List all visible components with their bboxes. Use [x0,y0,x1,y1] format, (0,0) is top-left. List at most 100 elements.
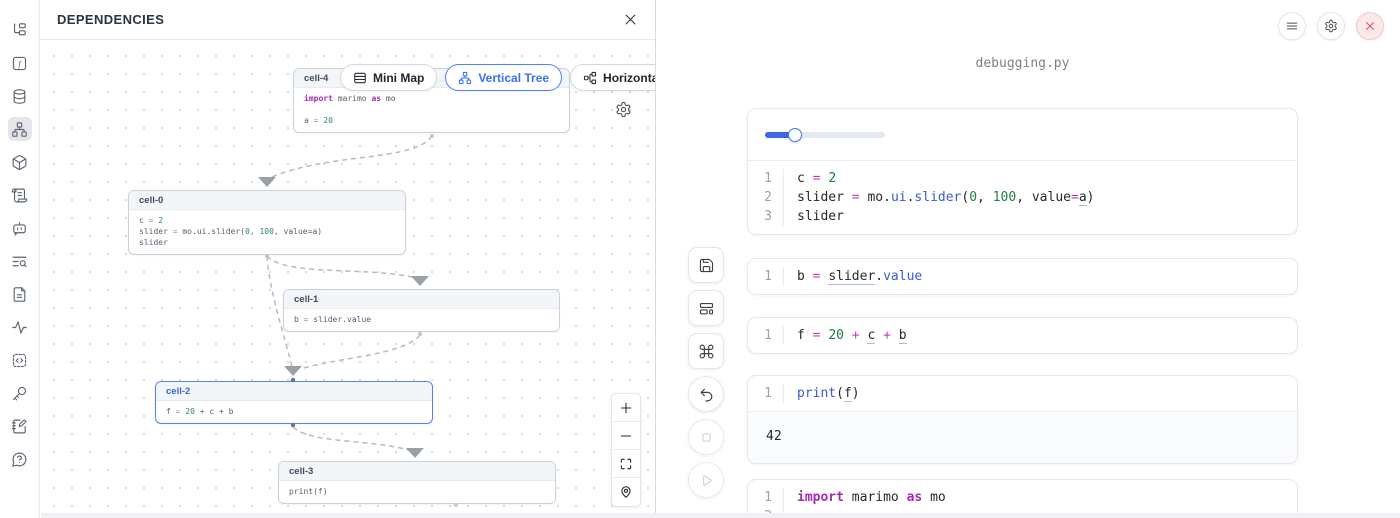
top-right-controls [1278,12,1384,40]
code-line: c = 2 [139,215,395,226]
icon-sidebar: f [0,0,40,518]
run-button[interactable] [688,462,724,498]
code-editor[interactable]: 1 b = slider.value [748,259,1297,294]
code-editor[interactable]: 1 print(f) [748,376,1297,411]
line-number: 2 [748,188,772,207]
sidebar-item-dependency-graph[interactable] [8,117,32,141]
close-panel-button[interactable] [623,12,638,27]
dependency-graph-icon [11,121,28,138]
command-palette-button[interactable] [688,333,724,369]
code-line: print(f) [797,384,860,403]
save-icon [698,257,715,274]
sidebar-item-ai-chat[interactable] [8,216,32,240]
locate-node-button[interactable] [612,478,640,506]
notebook-settings-button[interactable] [1317,12,1345,40]
sidebar-item-snippets[interactable] [8,348,32,372]
graph-node-code: print(f) [279,481,555,503]
scroll-icon [11,187,28,204]
save-button[interactable] [688,247,724,283]
zoom-out-button[interactable] [612,422,640,450]
slider-handle[interactable] [788,128,802,142]
slider-widget[interactable] [765,128,885,142]
code-line [304,104,559,115]
notebook-cell: 1 b = slider.value [747,258,1298,295]
sidebar-item-packages[interactable] [8,150,32,174]
key-icon [11,385,28,402]
undo-button[interactable] [688,376,724,412]
horizontal-scrollbar[interactable] [41,513,1400,518]
notebook-cell: 123c = 2slider = mo.ui.slider(0, 100, va… [747,108,1298,235]
code-line: f = 20 + c + b [166,406,422,417]
notebook-cell: 1 f = 20 + c + b [747,317,1298,354]
line-number: 1 [748,384,772,403]
graph-node-cell-0[interactable]: cell-0c = 2slider = mo.ui.slider(0, 100,… [128,190,406,255]
code-line: slider [797,207,1094,226]
notebook-menu-button[interactable] [1278,12,1306,40]
map-pin-icon [619,485,633,499]
graph-node-code: import marimo as mo a = 20 [294,88,569,132]
line-number: 3 [748,207,772,226]
gear-icon [1324,19,1338,33]
code-line: c = 2 [797,169,1094,188]
activity-icon [11,319,28,336]
dependencies-title: DEPENDENCIES [57,12,164,27]
sidebar-item-tracing[interactable] [8,315,32,339]
line-number-gutter: 1 [748,326,784,345]
sidebar-item-file-tree[interactable] [8,18,32,42]
line-number: 1 [748,267,772,286]
plus-icon [619,401,633,415]
graph-zoom-controls [611,393,641,507]
code-editor[interactable]: 123c = 2slider = mo.ui.slider(0, 100, va… [748,161,1297,234]
stop-icon [698,429,715,446]
notebook-filename: debugging.py [747,56,1298,71]
minus-icon [619,429,633,443]
marimo-app: f DEPENDENCIES [0,0,1400,518]
dependencies-panel: DEPENDENCIES cell-4import [40,0,656,518]
graph-node-cell-3[interactable]: cell-3 print(f) [278,461,556,504]
code-lines: c = 2slider = mo.ui.slider(0, 100, value… [784,169,1094,226]
line-number-gutter: 1 [748,384,784,403]
notebook-area: debugging.py 123c = 2slider = mo.ui.slid… [657,0,1400,518]
chat-bot-icon [11,220,28,237]
sidebar-item-documentation[interactable] [8,282,32,306]
graph-node-cell-2[interactable]: cell-2 f = 20 + c + b [155,381,433,424]
sidebar-item-scratchpad[interactable] [8,414,32,438]
sidebar-item-logs[interactable] [8,183,32,207]
line-number: 1 [748,488,772,507]
graph-node-cell-1[interactable]: cell-1b = slider.value [283,289,560,332]
dependency-graph-canvas[interactable]: cell-4import marimo as mo a = 20cell-0c … [40,40,655,518]
minimap-button[interactable]: Mini Map [340,64,437,91]
graph-node-title: cell-0 [129,191,405,210]
sidebar-item-secrets[interactable] [8,381,32,405]
stop-button[interactable] [688,419,724,455]
database-icon [11,88,28,105]
sidebar-item-help[interactable] [8,447,32,471]
code-line: b = slider.value [797,267,922,286]
shutdown-button[interactable] [1356,12,1384,40]
sidebar-item-functions[interactable]: f [8,51,32,75]
fit-view-button[interactable] [612,450,640,478]
code-line: print(f) [289,486,545,497]
layout-toggle-button[interactable] [688,290,724,326]
vertical-tree-button[interactable]: Vertical Tree [445,64,562,91]
cell-output-area: 42 [748,411,1297,463]
svg-text:f: f [18,58,22,68]
graph-node-title: cell-2 [156,382,432,401]
graph-node-code: f = 20 + c + b [156,401,432,423]
horizontal-tree-button[interactable]: Horizontal Tree [570,64,655,91]
close-icon [1363,19,1377,33]
vertical-tree-icon [458,71,472,85]
code-line: f = 20 + c + b [797,326,907,345]
graph-node-title: cell-1 [284,290,559,309]
sidebar-item-datasources[interactable] [8,84,32,108]
code-line: slider [139,237,395,248]
code-lines: f = 20 + c + b [784,326,907,345]
sidebar-item-table-of-contents[interactable] [8,249,32,273]
graph-node-title: cell-3 [279,462,555,481]
command-icon [698,343,715,360]
cells-column: 123c = 2slider = mo.ui.slider(0, 100, va… [747,108,1298,518]
graph-settings-button[interactable] [615,101,632,123]
code-lines: print(f) [784,384,860,403]
zoom-in-button[interactable] [612,394,640,422]
code-editor[interactable]: 1 f = 20 + c + b [748,318,1297,353]
